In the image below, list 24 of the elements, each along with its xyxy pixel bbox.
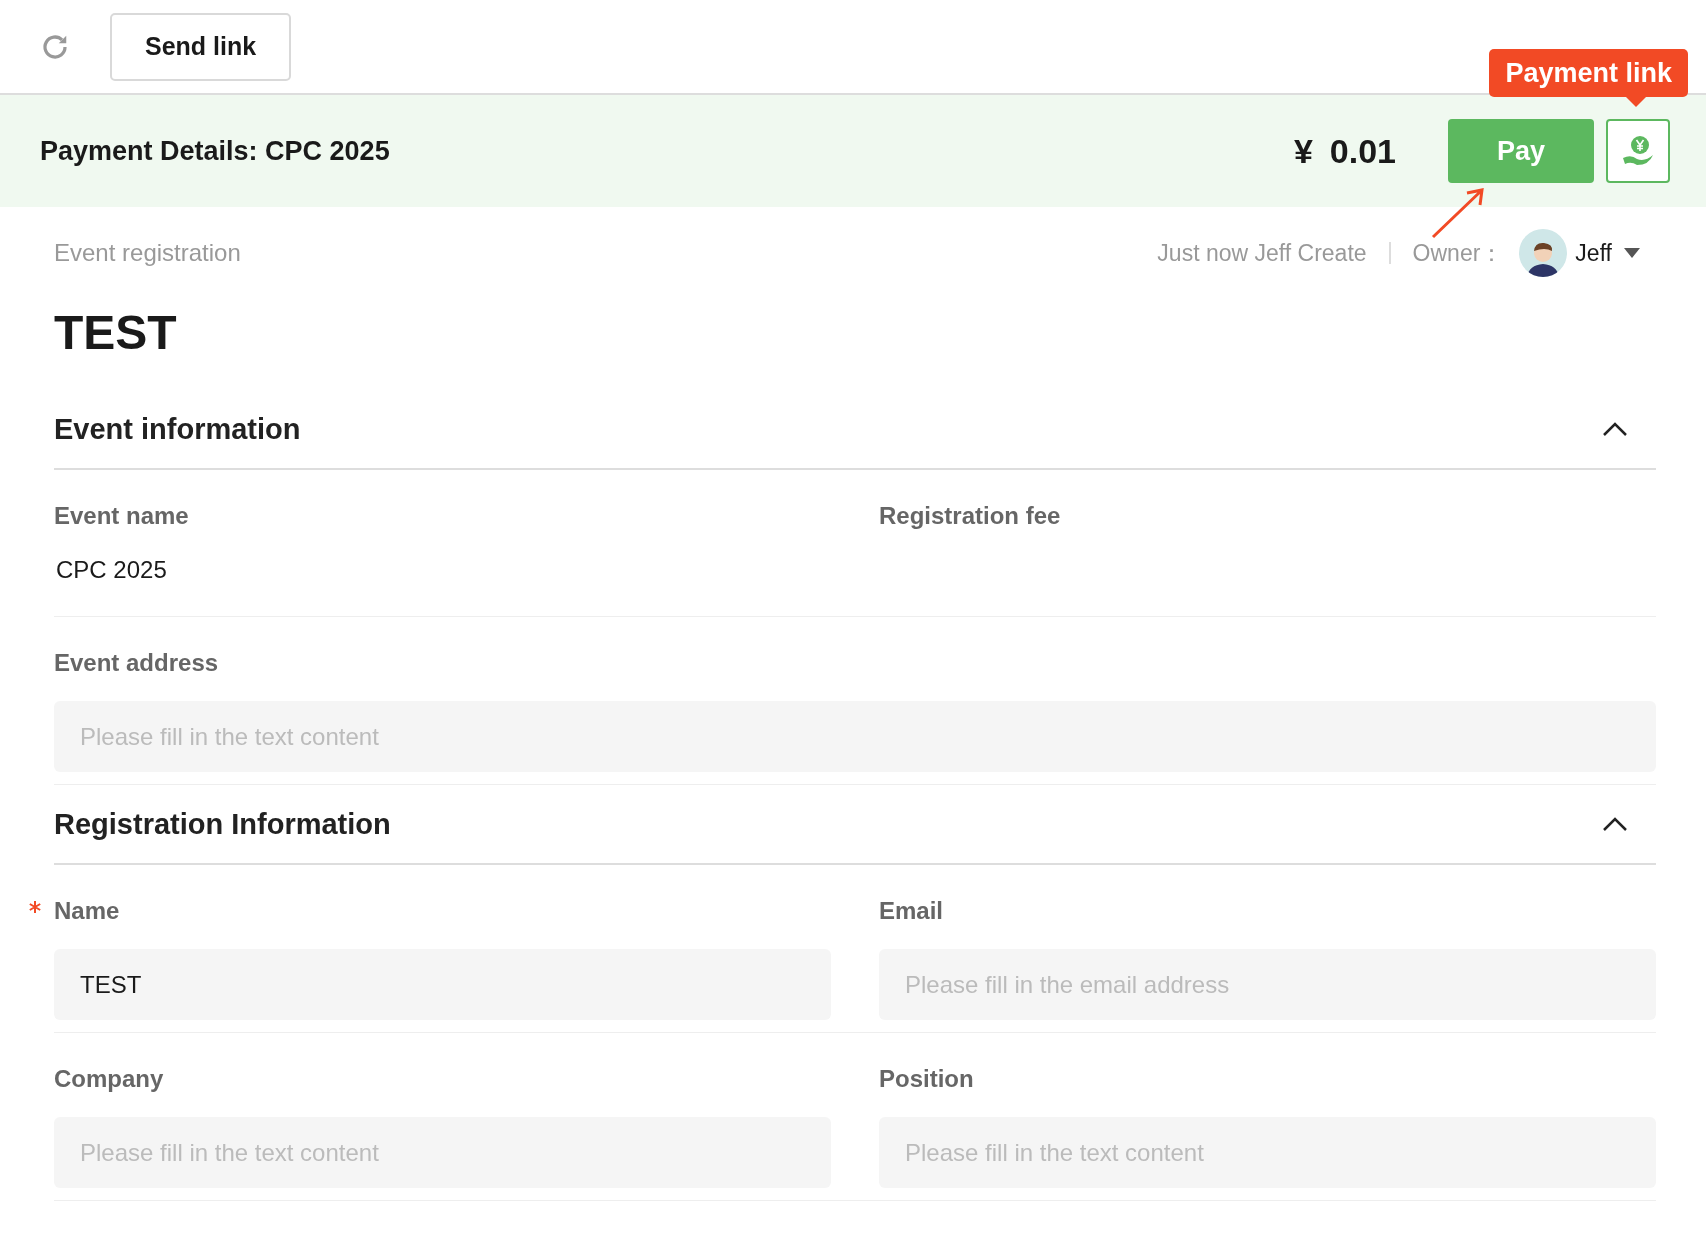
send-link-button[interactable]: Send link (110, 12, 292, 81)
field-value: CPC 2025 (55, 555, 168, 585)
field-label: Event address (54, 649, 220, 678)
input-field[interactable]: Please fill in the text content (54, 1117, 831, 1188)
input-field[interactable]: TEST (54, 949, 831, 1020)
input-field[interactable]: Please fill in the text content (54, 701, 1656, 772)
input-field[interactable]: Please fill in the email address (879, 949, 1656, 1020)
field-label: Name (54, 897, 831, 929)
field-label: Registration fee (879, 502, 1062, 531)
amount: ¥ 0.01 (1293, 131, 1396, 171)
owner-label: Owner： (1412, 238, 1504, 268)
field-label: Event name (54, 502, 190, 531)
section-title: Registration Information (54, 807, 391, 841)
tooltip: Payment link (1489, 49, 1688, 97)
section-title: Event information (54, 412, 301, 446)
record-type: Event registration (54, 239, 242, 267)
field-label: Position (879, 1065, 975, 1094)
field-label: Company (54, 1065, 165, 1094)
owner-name[interactable]: Jeff (1575, 239, 1612, 267)
payment-title: Payment Details: CPC 2025 (40, 135, 391, 167)
input-field[interactable]: Please fill in the text content (879, 1117, 1656, 1188)
created-info: Just now Jeff Create (1157, 239, 1367, 267)
record-title: TEST (54, 305, 178, 360)
field-label: Email (879, 897, 945, 926)
